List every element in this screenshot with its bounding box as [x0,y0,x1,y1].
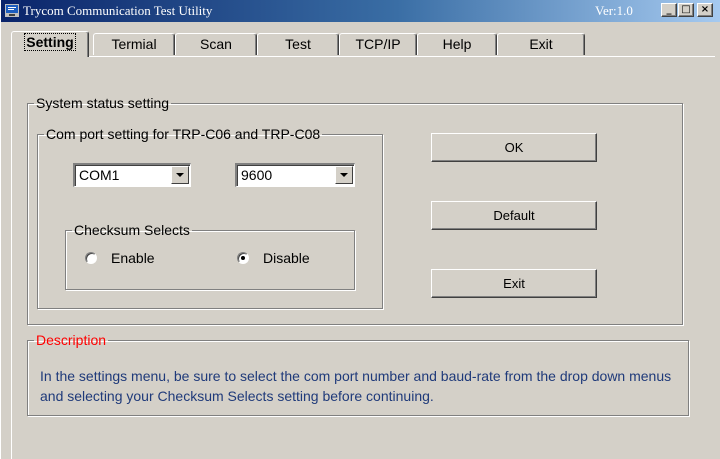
chevron-down-icon[interactable] [335,166,353,184]
main-window: Trycom Communication Test Utility Ver:1.… [0,0,720,459]
tab-termial-label: Termial [111,36,157,52]
tab-test[interactable]: Test [257,33,339,55]
minimize-icon: _ [666,4,672,15]
default-button[interactable]: Default [431,201,597,230]
disable-radio[interactable] [237,252,249,264]
tab-help-label: Help [442,36,472,52]
app-icon [5,4,19,17]
chevron-down-icon[interactable] [171,166,189,184]
com-port-legend: Com port setting for TRP-C06 and TRP-C08 [46,126,321,142]
ok-button[interactable]: OK [431,133,597,162]
com-port-value: COM1 [79,167,120,183]
enable-label[interactable]: Enable [111,250,155,266]
system-status-legend: System status setting [36,95,170,111]
tab-tcpip-label: TCP/IP [355,36,401,52]
tab-help[interactable]: Help [417,33,497,55]
baud-rate-value: 9600 [241,167,273,183]
tab-tcpip[interactable]: TCP/IP [339,33,417,55]
maximize-button[interactable]: □ [678,3,694,17]
close-icon: × [700,4,710,15]
tab-termial[interactable]: Termial [93,33,175,55]
tab-scan[interactable]: Scan [175,33,257,55]
title-bar[interactable]: Trycom Communication Test Utility Ver:1.… [1,0,720,22]
com-port-select[interactable]: COM1 [73,163,191,187]
description-legend: Description [36,332,107,348]
tab-test-label: Test [285,36,311,52]
close-button[interactable]: × [697,3,713,17]
enable-radio[interactable] [85,252,97,264]
tab-exit-label: Exit [529,36,553,52]
tab-scan-label: Scan [200,36,232,52]
disable-label[interactable]: Disable [263,250,310,266]
checksum-legend: Checksum Selects [74,222,190,238]
description-group: Description In the settings menu, be sur… [27,332,689,416]
checksum-group: Checksum Selects [65,222,355,290]
tab-exit[interactable]: Exit [497,33,585,55]
tab-setting-label: Setting [24,33,76,51]
minimize-button[interactable]: _ [661,3,677,17]
window-title: Trycom Communication Test Utility [23,3,213,18]
baud-rate-select[interactable]: 9600 [235,163,355,187]
description-text: In the settings menu, be sure to select … [40,368,672,404]
exit-button[interactable]: Exit [431,269,597,298]
version-label: Ver:1.0 [595,3,633,18]
maximize-icon: □ [681,4,691,15]
tab-setting[interactable]: Setting [11,31,89,57]
